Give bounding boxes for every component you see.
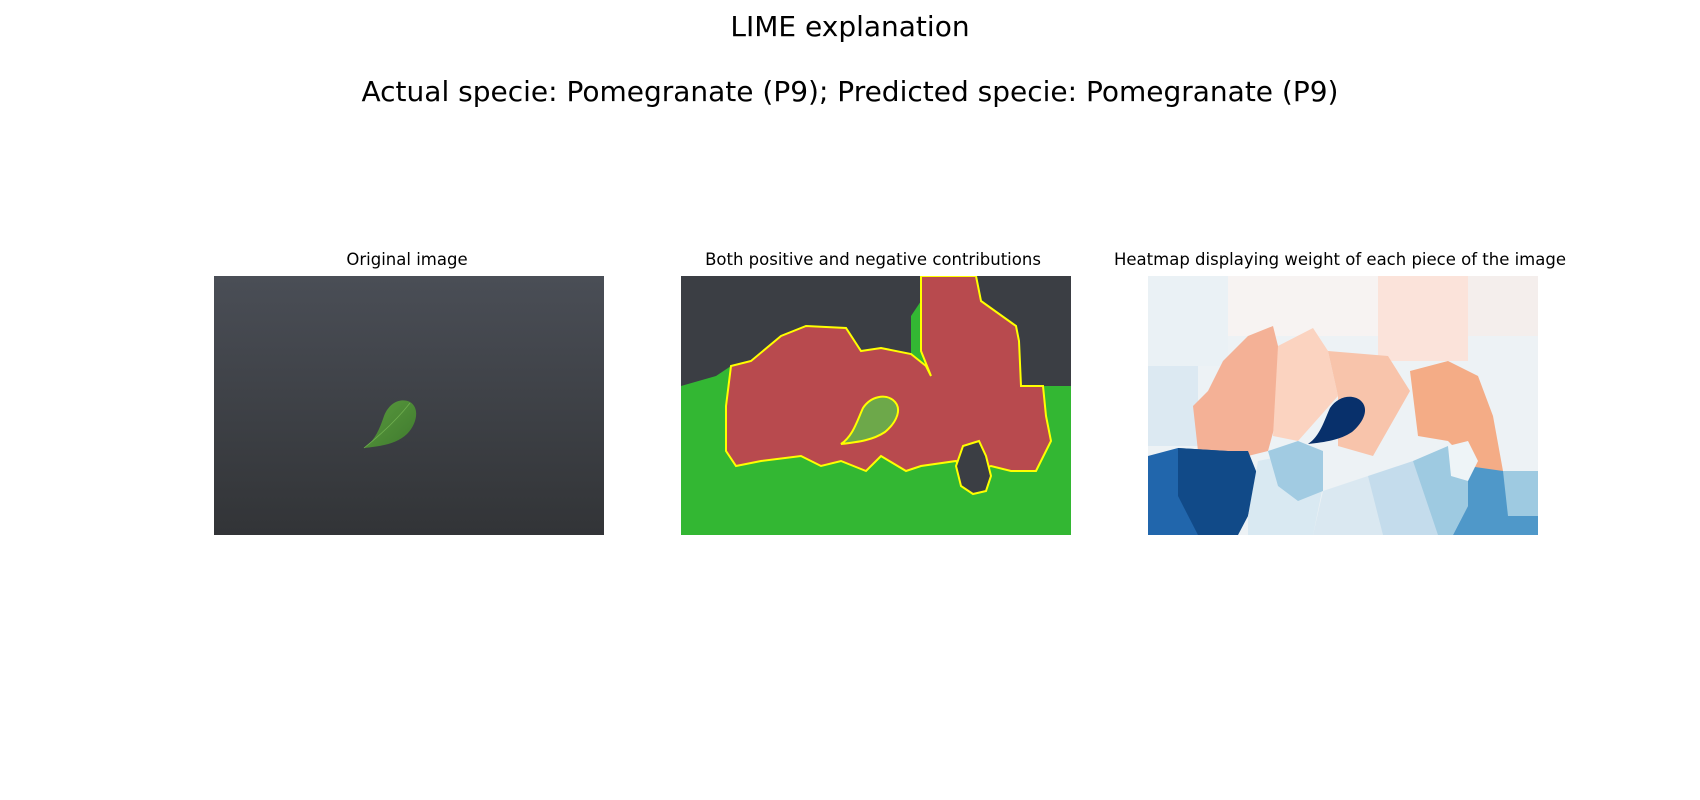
contributions-panel [681,276,1071,535]
panel-title-contributions: Both positive and negative contributions [705,250,1041,269]
heatmap-panel [1148,276,1538,535]
contributions-image [681,276,1071,535]
heatmap-segment [1148,276,1228,366]
heatmap-image [1148,276,1538,535]
original-image-panel [214,276,604,535]
heatmap-segment [1378,276,1468,361]
heatmap-segment [1228,276,1378,336]
figure-title: LIME explanation [730,10,970,43]
figure-subtitle: Actual specie: Pomegranate (P9); Predict… [361,75,1339,108]
panel-title-original: Original image [346,250,468,269]
heatmap-segment [1503,471,1538,516]
heatmap-segment [1468,276,1538,336]
heatmap-segment [1148,366,1198,446]
original-image [214,276,604,535]
panel-title-heatmap: Heatmap displaying weight of each piece … [1114,250,1566,269]
